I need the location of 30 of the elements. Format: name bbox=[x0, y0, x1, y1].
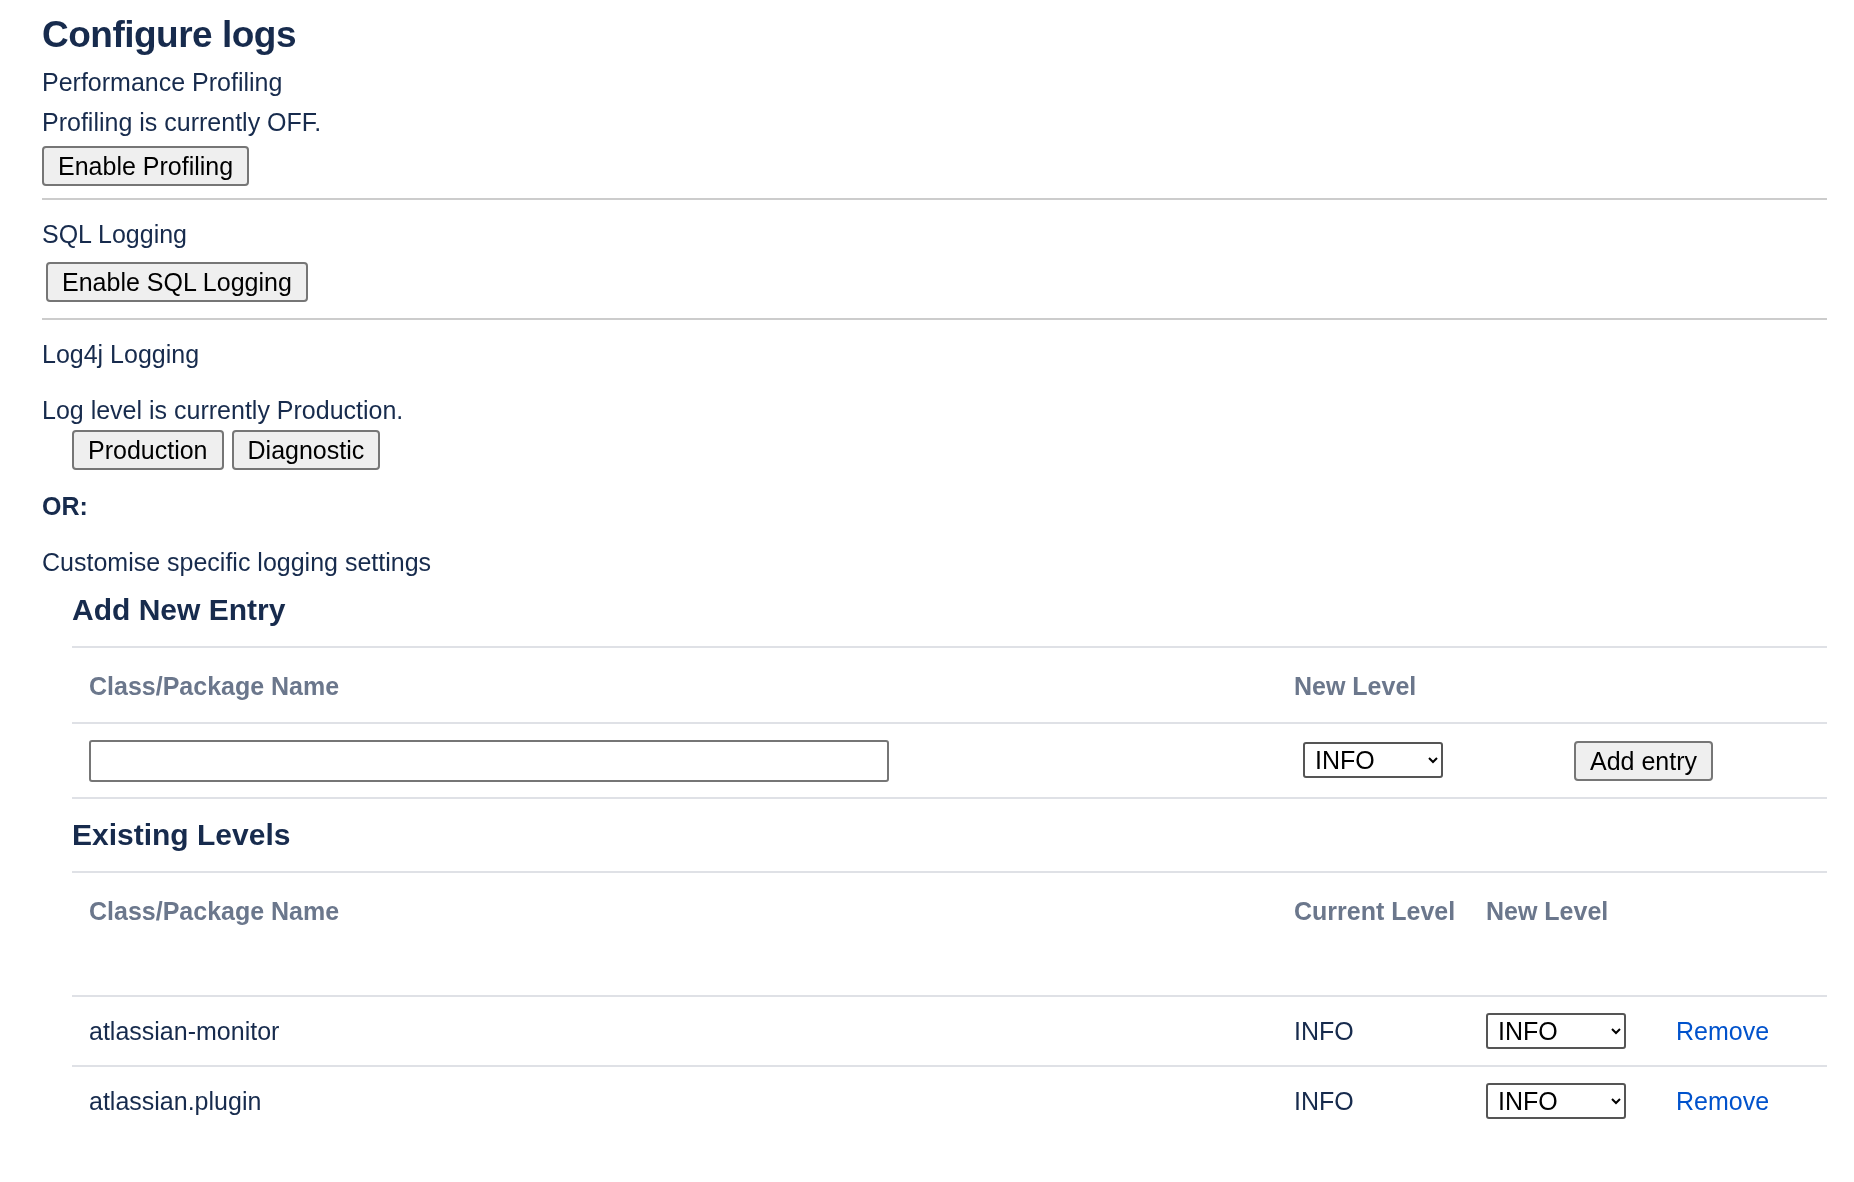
enable-sql-logging-button[interactable]: Enable SQL Logging bbox=[46, 262, 308, 303]
enable-profiling-button[interactable]: Enable Profiling bbox=[42, 146, 250, 187]
status-text: Log level is currently Production. bbox=[42, 395, 405, 427]
log-level-button[interactable]: Diagnostic bbox=[231, 430, 381, 471]
table-cell: INFO bbox=[1294, 1016, 1354, 1045]
remove-link[interactable]: Remove bbox=[1676, 1087, 1770, 1115]
section-heading: SQL Logging bbox=[42, 219, 189, 251]
column-header: Class/Package Name bbox=[72, 872, 1277, 997]
or-label: OR: bbox=[42, 491, 89, 523]
level-select[interactable]: INFO bbox=[1303, 742, 1443, 778]
add-entry-button[interactable]: Add entry bbox=[1574, 740, 1713, 781]
table-cell: atlassian.plugin bbox=[89, 1087, 262, 1115]
section-heading: Log4j Logging bbox=[42, 339, 201, 371]
column-header: Class/Package Name bbox=[72, 647, 1277, 724]
level-select[interactable]: INFO bbox=[1486, 1083, 1626, 1119]
column-header: New Level bbox=[1277, 647, 1827, 724]
remove-link[interactable]: Remove bbox=[1676, 1016, 1770, 1045]
section-heading: Existing Levels bbox=[72, 817, 292, 854]
status-text: Profiling is currently OFF. bbox=[42, 107, 323, 139]
table-cell: INFO bbox=[1294, 1087, 1354, 1115]
class-name-field[interactable] bbox=[89, 739, 889, 782]
page-title: Configure logs bbox=[42, 13, 298, 57]
log-level-button[interactable]: Production bbox=[72, 430, 224, 471]
column-header: Current Level bbox=[1277, 872, 1469, 997]
level-select[interactable]: INFO bbox=[1486, 1012, 1626, 1049]
column-header: New Level bbox=[1469, 872, 1827, 997]
section-heading: Performance Profiling bbox=[42, 67, 284, 99]
customise-label: Customise specific logging settings bbox=[42, 547, 433, 579]
section-heading: Add New Entry bbox=[72, 592, 287, 629]
table-cell: atlassian-monitor bbox=[89, 1016, 280, 1045]
